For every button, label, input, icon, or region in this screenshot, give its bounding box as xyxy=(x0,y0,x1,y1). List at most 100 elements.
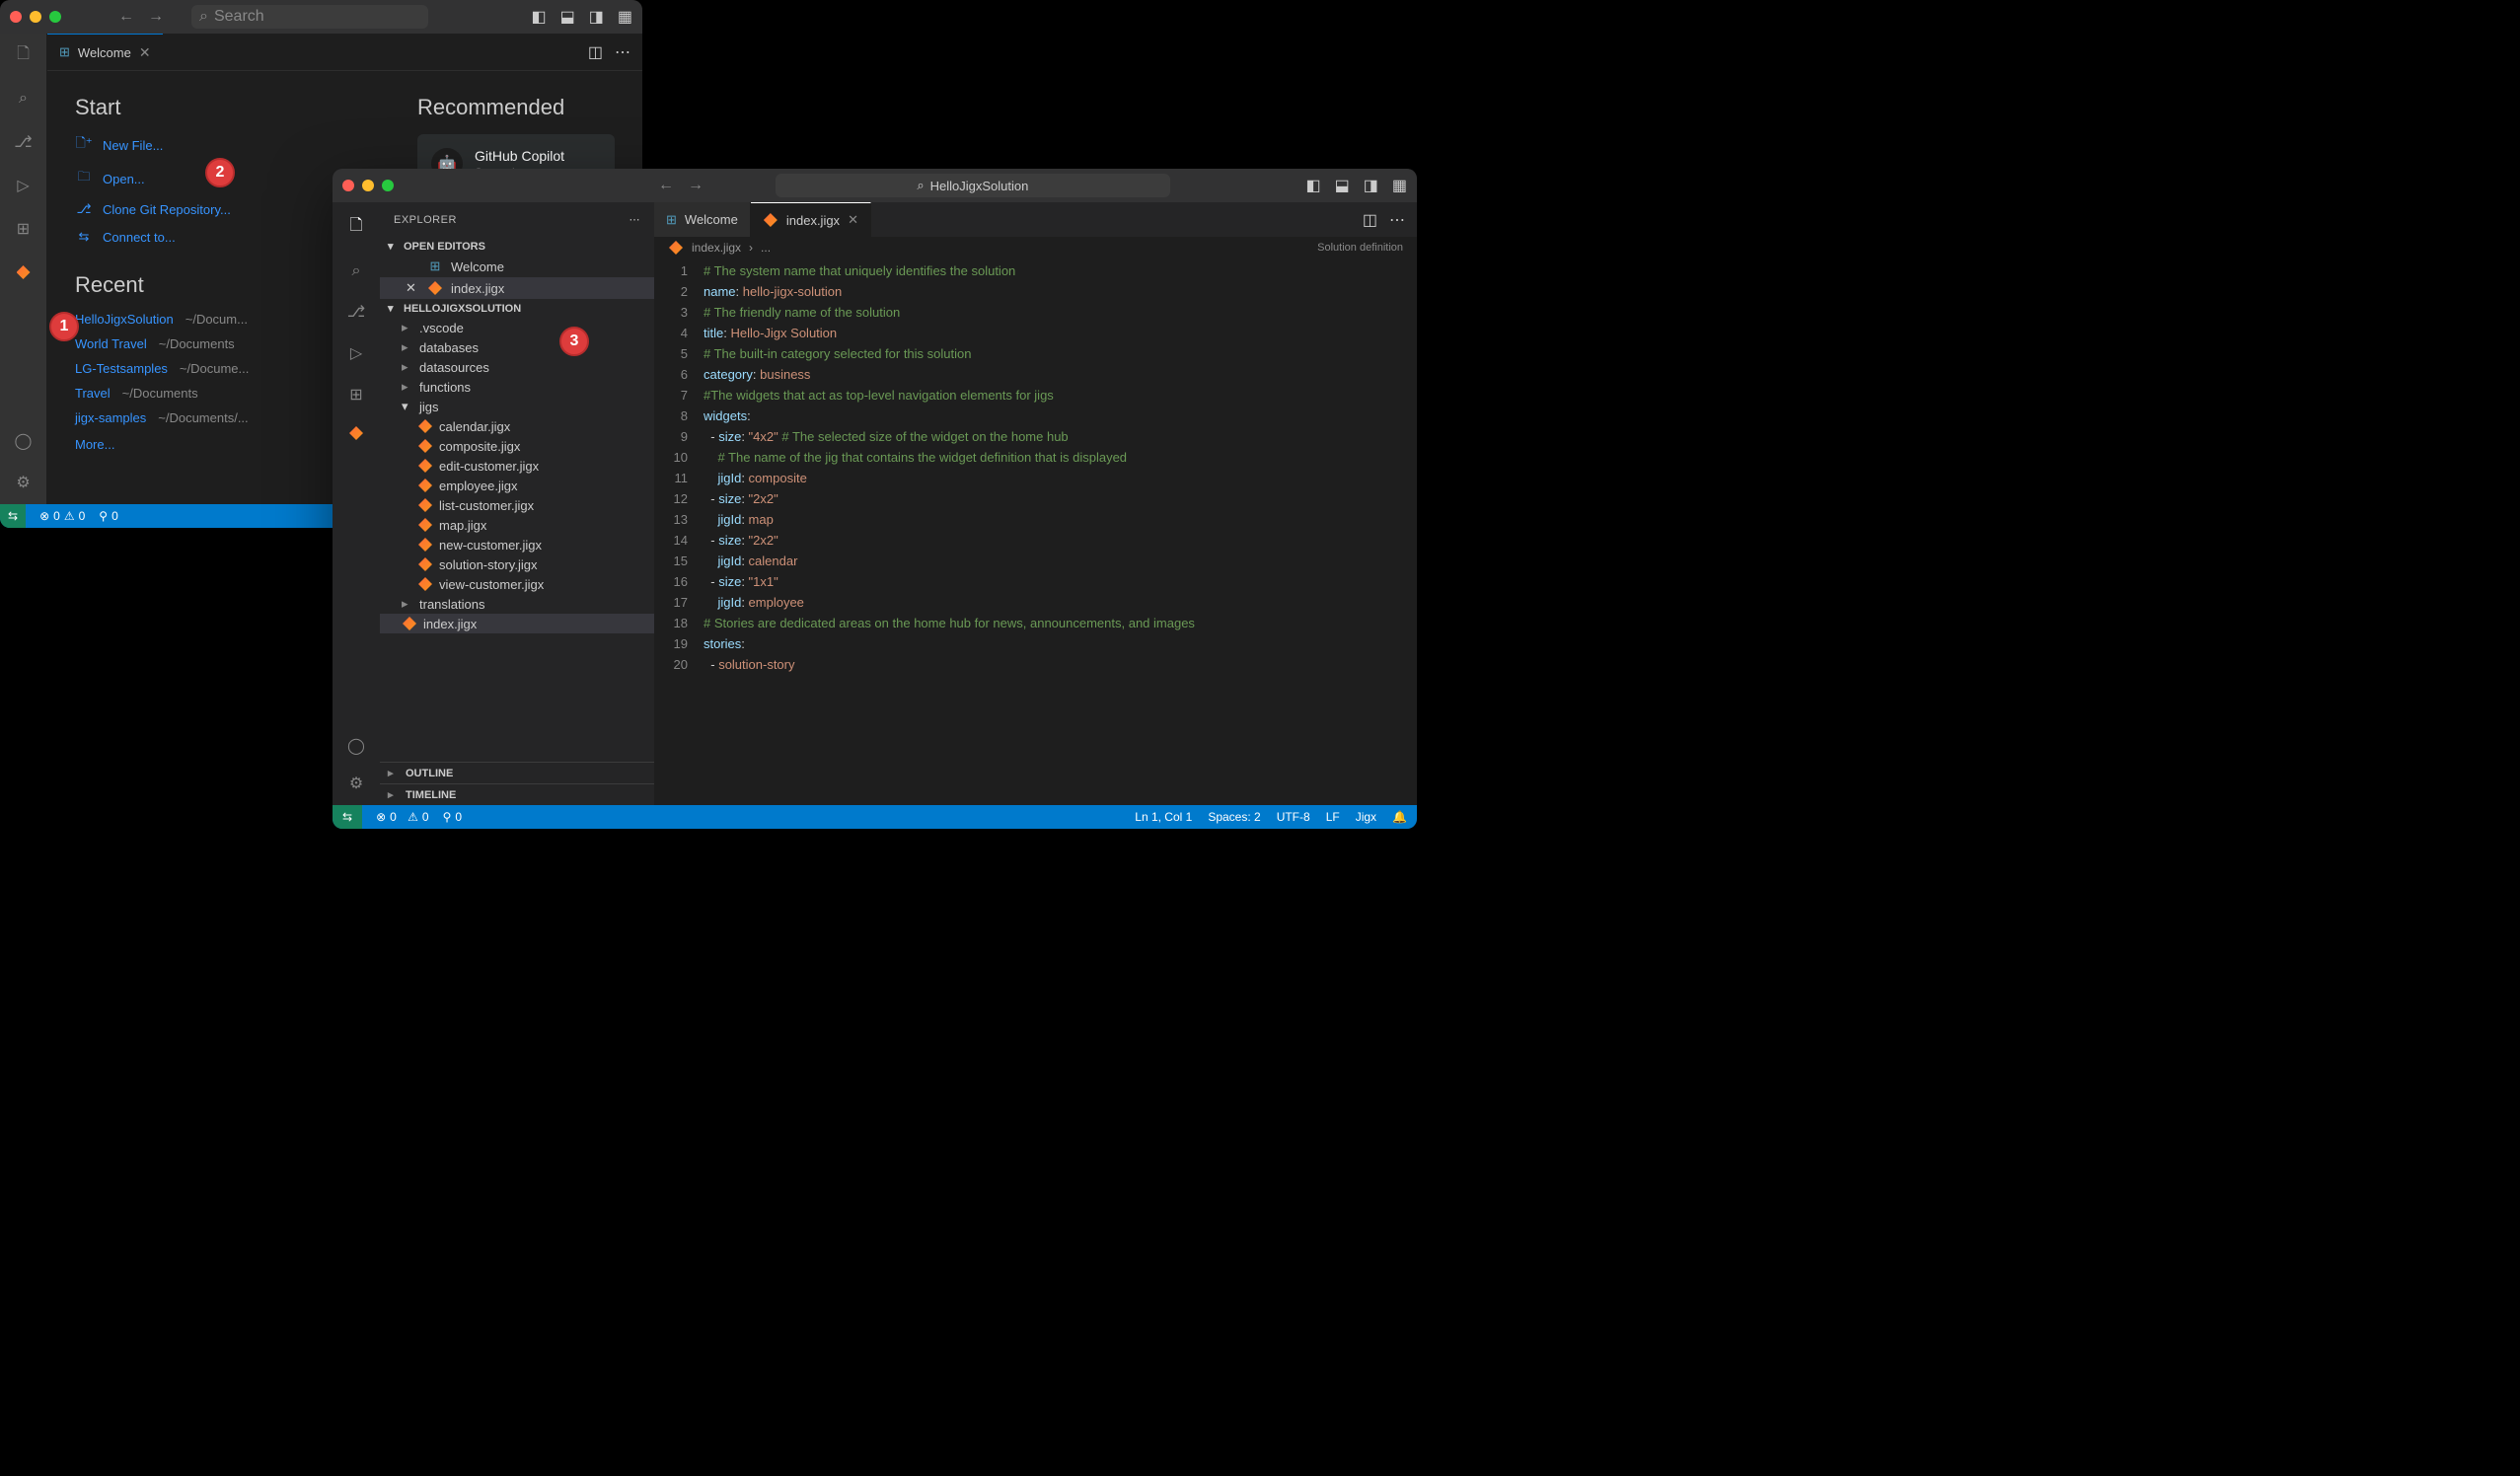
ports-status[interactable]: ⚲0 xyxy=(99,509,117,523)
tab-index[interactable]: index.jigx✕ xyxy=(751,202,871,237)
minimize-window[interactable] xyxy=(362,180,374,191)
more-icon[interactable]: ⋯ xyxy=(630,213,641,226)
cursor-position[interactable]: Ln 1, Col 1 xyxy=(1135,810,1192,824)
panel-bottom-icon[interactable]: ⬓ xyxy=(1335,176,1350,195)
open-editor-index[interactable]: ✕index.jigx xyxy=(380,277,654,299)
file-solution-story[interactable]: solution-story.jigx xyxy=(380,554,654,574)
split-editor-icon[interactable]: ◫ xyxy=(588,42,603,62)
vscode-icon: ⊞ xyxy=(666,212,677,228)
eol-status[interactable]: LF xyxy=(1326,810,1340,824)
panel-left-icon[interactable]: ◧ xyxy=(532,7,547,27)
debug-icon[interactable]: ▷ xyxy=(350,343,362,363)
close-icon[interactable]: ✕ xyxy=(406,280,419,296)
layout-grid-icon[interactable]: ▦ xyxy=(1392,176,1407,195)
files-icon[interactable]: 🗋 xyxy=(12,43,36,67)
file-view-customer[interactable]: view-customer.jigx xyxy=(380,574,654,594)
remote-indicator[interactable]: ⇆ xyxy=(0,504,26,528)
language-status[interactable]: Jigx xyxy=(1356,810,1376,824)
folder-databases[interactable]: databases xyxy=(380,337,654,357)
vscode-icon: ⊞ xyxy=(427,258,443,274)
chevron-right-icon: › xyxy=(749,241,753,255)
command-center-search[interactable]: ⌕ HelloJigxSolution xyxy=(776,174,1170,197)
back-arrow-icon[interactable]: ← xyxy=(118,8,134,26)
account-icon[interactable]: ◯ xyxy=(12,429,36,453)
new-file-link[interactable]: 🗋⁺New File... xyxy=(75,134,378,156)
problems-status[interactable]: ⊗0 ⚠0 xyxy=(376,810,429,824)
debug-icon[interactable]: ▷ xyxy=(12,174,36,197)
indentation-status[interactable]: Spaces: 2 xyxy=(1208,810,1260,824)
minimize-window[interactable] xyxy=(30,11,41,23)
panel-right-icon[interactable]: ◨ xyxy=(1364,176,1378,195)
problems-status[interactable]: ⊗0 ⚠0 xyxy=(39,509,85,523)
jigx-file-icon xyxy=(402,616,417,631)
file-composite[interactable]: composite.jigx xyxy=(380,436,654,456)
command-center-search[interactable]: ⌕ Search xyxy=(191,5,428,29)
editor-content[interactable]: 1234567891011121314151617181920 # The sy… xyxy=(654,258,1417,805)
tab-welcome[interactable]: ⊞Welcome xyxy=(654,202,751,237)
extensions-icon[interactable]: ⊞ xyxy=(349,385,362,405)
file-map[interactable]: map.jigx xyxy=(380,515,654,535)
files-icon[interactable]: 🗋 xyxy=(350,214,363,241)
back-arrow-icon[interactable]: ← xyxy=(658,177,674,194)
panel-left-icon[interactable]: ◧ xyxy=(1305,176,1320,195)
more-icon[interactable]: ⋯ xyxy=(1389,210,1405,230)
forward-arrow-icon[interactable]: → xyxy=(688,177,704,194)
file-employee[interactable]: employee.jigx xyxy=(380,476,654,495)
notifications-icon[interactable]: 🔔 xyxy=(1392,810,1407,824)
tab-welcome[interactable]: ⊞ Welcome ✕ xyxy=(47,34,163,70)
jigx-icon[interactable] xyxy=(12,260,36,284)
encoding-status[interactable]: UTF-8 xyxy=(1277,810,1310,824)
close-window[interactable] xyxy=(10,11,22,23)
folder-translations[interactable]: translations xyxy=(380,594,654,614)
jigx-file-icon xyxy=(427,280,443,296)
open-editor-welcome[interactable]: ⊞Welcome xyxy=(380,256,654,277)
code-body[interactable]: # The system name that uniquely identifi… xyxy=(704,260,1417,805)
folder-functions[interactable]: functions xyxy=(380,377,654,397)
annotation-badge-2: 2 xyxy=(205,158,235,187)
outline-header[interactable]: OUTLINE xyxy=(380,762,654,783)
settings-icon[interactable]: ⚙ xyxy=(12,471,36,494)
split-editor-icon[interactable]: ◫ xyxy=(1363,210,1377,230)
jigx-file-icon xyxy=(417,458,433,474)
layout-grid-icon[interactable]: ▦ xyxy=(618,7,632,27)
file-calendar[interactable]: calendar.jigx xyxy=(380,416,654,436)
close-icon[interactable]: ✕ xyxy=(848,212,858,228)
source-control-icon[interactable]: ⎇ xyxy=(12,130,36,154)
nav-arrows: ← → xyxy=(658,177,704,194)
maximize-window[interactable] xyxy=(382,180,394,191)
remote-indicator[interactable]: ⇆ xyxy=(333,805,362,829)
breadcrumb[interactable]: index.jigx › ... Solution definition xyxy=(654,237,1417,258)
jigx-icon[interactable] xyxy=(349,426,363,440)
titlebar: ← → ⌕ HelloJigxSolution ◧ ⬓ ◨ ▦ xyxy=(333,169,1417,202)
settings-icon[interactable]: ⚙ xyxy=(347,774,365,793)
search-icon[interactable]: ⌕ xyxy=(12,87,36,111)
source-control-icon[interactable]: ⎇ xyxy=(347,302,365,322)
close-icon[interactable]: ✕ xyxy=(139,44,151,61)
file-index-root[interactable]: index.jigx xyxy=(380,614,654,633)
project-header[interactable]: HELLOJIGXSOLUTION xyxy=(380,299,654,318)
recommended-heading: Recommended xyxy=(417,95,615,120)
file-list-customer[interactable]: list-customer.jigx xyxy=(380,495,654,515)
search-icon[interactable]: ⌕ xyxy=(352,262,361,280)
panel-bottom-icon[interactable]: ⬓ xyxy=(560,7,575,27)
account-icon[interactable]: ◯ xyxy=(347,736,365,756)
editor-pane: ⊞Welcome index.jigx✕ ◫ ⋯ index.jigx › ..… xyxy=(654,202,1417,805)
extensions-icon[interactable]: ⊞ xyxy=(12,217,36,241)
panel-right-icon[interactable]: ◨ xyxy=(589,7,604,27)
folder-vscode[interactable]: .vscode xyxy=(380,318,654,337)
maximize-window[interactable] xyxy=(49,11,61,23)
folder-datasources[interactable]: datasources xyxy=(380,357,654,377)
ports-status[interactable]: ⚲0 xyxy=(443,810,462,824)
jigx-file-icon xyxy=(417,556,433,572)
git-icon: ⎇ xyxy=(75,201,93,217)
search-placeholder: Search xyxy=(214,8,264,26)
remote-icon: ⇆ xyxy=(342,810,352,824)
close-window[interactable] xyxy=(342,180,354,191)
forward-arrow-icon[interactable]: → xyxy=(148,8,164,26)
more-icon[interactable]: ⋯ xyxy=(615,42,630,62)
file-new-customer[interactable]: new-customer.jigx xyxy=(380,535,654,554)
file-edit-customer[interactable]: edit-customer.jigx xyxy=(380,456,654,476)
timeline-header[interactable]: TIMELINE xyxy=(380,783,654,805)
folder-jigs[interactable]: jigs xyxy=(380,397,654,416)
open-editors-header[interactable]: OPEN EDITORS xyxy=(380,237,654,256)
